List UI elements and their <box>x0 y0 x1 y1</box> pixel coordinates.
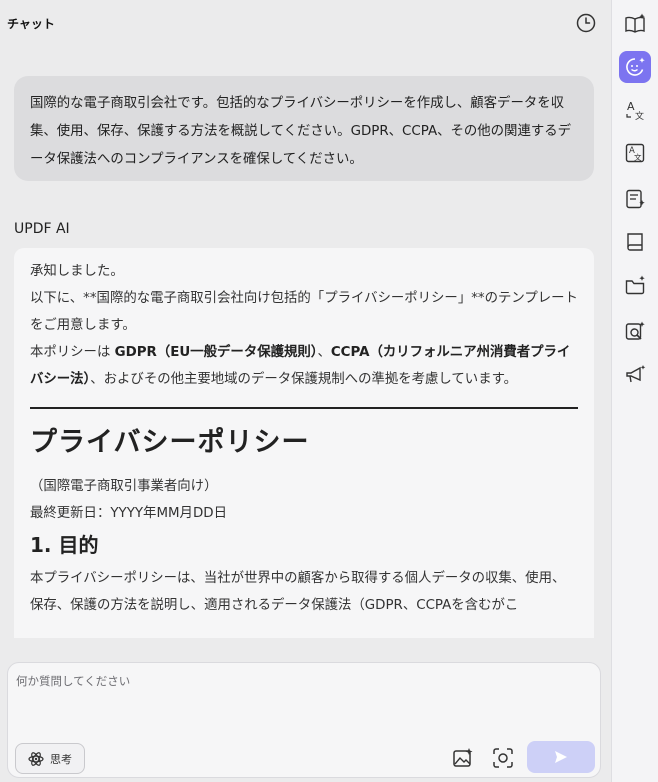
translate-icon: A 文 <box>626 100 644 121</box>
image-sparkle-icon[interactable] <box>452 747 474 769</box>
answer-text: 本ポリシーは <box>30 345 115 360</box>
tool-sidebar: A 文 A 文 <box>611 0 658 782</box>
ai-name-label: UPDF AI <box>14 221 70 237</box>
user-message: 国際的な電子商取引会社です。包括的なプライバシーポリシーを作成し、顧客データを収… <box>14 76 594 181</box>
summarize-icon <box>626 189 645 209</box>
book-sparkle-icon <box>625 13 645 33</box>
divider <box>30 407 578 409</box>
knowledge-book-icon <box>627 233 643 251</box>
doc-subtitle: （国際電子商取引事業者向け） <box>30 479 218 494</box>
camera-icon[interactable] <box>492 747 514 769</box>
chat-input[interactable] <box>16 673 586 733</box>
folder-sparkle-icon <box>625 275 645 295</box>
sidebar-item-ai-search[interactable] <box>619 316 651 348</box>
chat-input-box: 思考 <box>7 662 601 778</box>
send-icon <box>555 751 567 763</box>
doc-updated-date: 最終更新日：YYYY年MM月DD日 <box>30 506 227 521</box>
send-button[interactable] <box>527 741 595 773</box>
svg-text:A: A <box>627 100 635 113</box>
sidebar-item-folder-ai[interactable] <box>619 270 651 302</box>
answer-line: 承知しました。 <box>30 264 124 279</box>
sidebar-item-reader-ai[interactable] <box>619 8 651 40</box>
svg-text:文: 文 <box>634 152 642 162</box>
ai-chat-icon <box>626 57 645 76</box>
answer-bold: GDPR（EU一般データ保護規則） <box>114 345 318 360</box>
sidebar-item-summarize[interactable] <box>619 183 651 215</box>
doc-title: プライバシーポリシー <box>30 427 310 458</box>
chat-pane: チャット 国際的な電子商取引会社です。包括的なプライバシーポリシーを作成し、顧客… <box>0 0 611 782</box>
sidebar-item-announcement[interactable] <box>619 359 651 391</box>
think-button[interactable]: 思考 <box>15 743 85 774</box>
svg-text:文: 文 <box>635 110 644 121</box>
sidebar-item-ai-chat[interactable] <box>619 51 651 83</box>
section-text: 本プライバシーポリシーは、当社が世界中の顧客から取得する個人データの収集、使用、… <box>30 571 566 613</box>
section-title: 1. 目的 <box>30 533 99 557</box>
think-label: 思考 <box>50 752 72 766</box>
answer-line: 本ポリシーは GDPR（EU一般データ保護規則）、CCPA（カリフォルニア州消費… <box>30 339 578 393</box>
page-title: チャット <box>7 17 55 31</box>
sidebar-item-translate[interactable]: A 文 <box>619 94 651 126</box>
translate-doc-icon: A 文 <box>625 143 645 163</box>
sidebar-item-knowledge[interactable] <box>619 226 651 258</box>
announce-icon <box>626 365 646 383</box>
search-sparkle-icon <box>625 321 645 340</box>
answer-line: 以下に、**国際的な電子商取引会社向け包括的「プライバシーポリシー」**のテンプ… <box>30 291 578 333</box>
history-clock-icon[interactable] <box>575 12 597 34</box>
ai-answer: 承知しました。 以下に、**国際的な電子商取引会社向け包括的「プライバシーポリシ… <box>14 248 594 638</box>
sidebar-item-translate-doc[interactable]: A 文 <box>619 137 651 169</box>
answer-text: 、 <box>317 345 331 360</box>
atom-icon <box>28 751 44 766</box>
answer-text: 、およびその他主要地域のデータ保護規制への準拠を考慮しています。 <box>90 372 518 387</box>
